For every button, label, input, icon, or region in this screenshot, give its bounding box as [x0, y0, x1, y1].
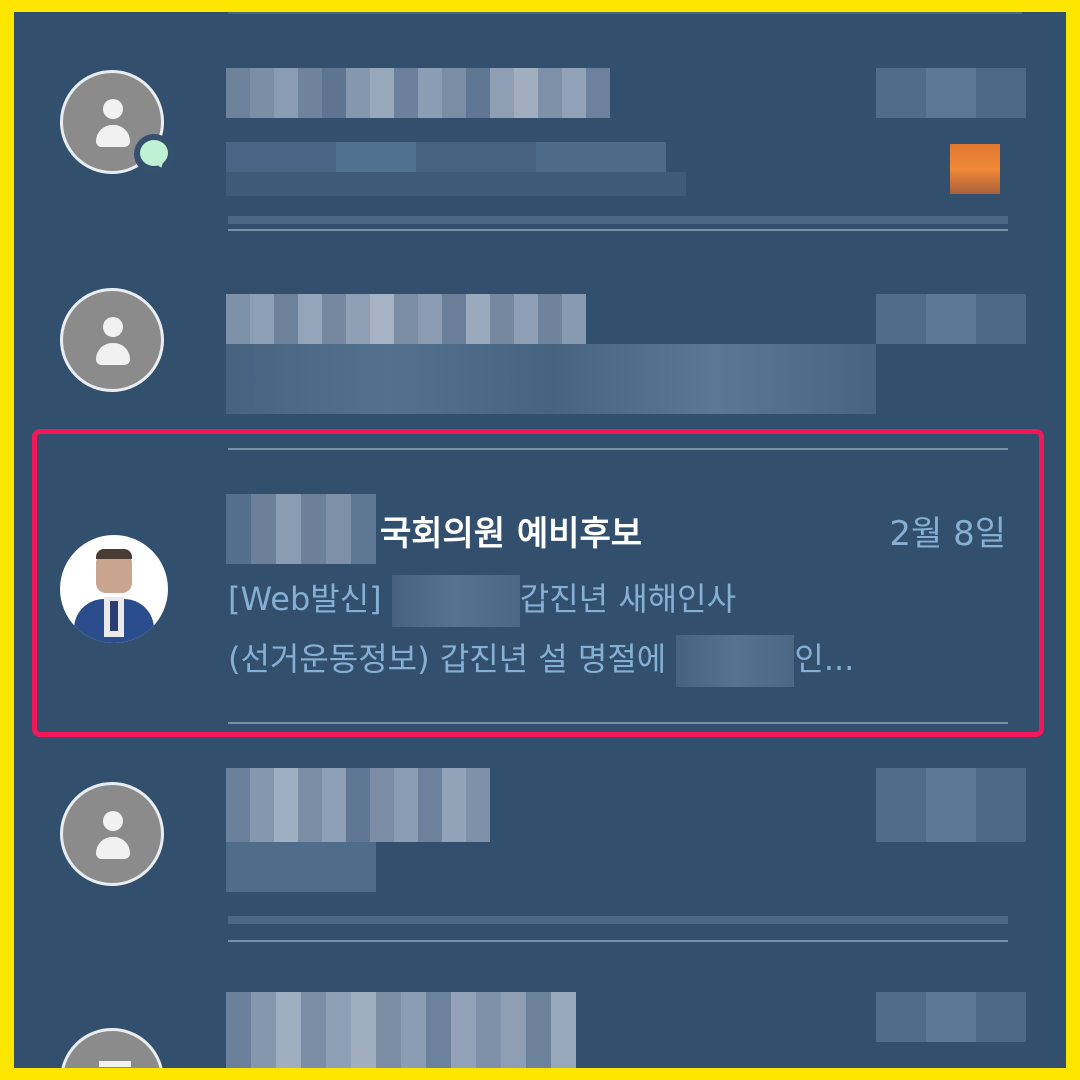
blurred-date [876, 294, 1026, 344]
preview-line-1: [Web발신] 갑진년 새해인사 [228, 574, 736, 627]
blurred-preview [226, 172, 686, 196]
preview-text: (선거운동정보) 갑진년 설 명절에 [228, 640, 677, 678]
conversation-title: 국회의원 예비후보 [380, 514, 643, 554]
blurred-text [676, 635, 795, 687]
preview-line-2: (선거운동정보) 갑진년 설 명절에 인... [228, 634, 854, 687]
person-avatar-icon [60, 288, 164, 392]
blurred-sender [226, 294, 606, 344]
person-avatar-icon [60, 782, 164, 886]
profile-photo-avatar [60, 535, 168, 643]
blurred-name [226, 494, 376, 564]
conversation-date: 2월 8일 [889, 514, 1006, 554]
preview-text: [Web발신] [228, 580, 392, 618]
blurred-text [391, 575, 520, 627]
blurred-sender [226, 992, 576, 1068]
blurred-date [876, 68, 1026, 118]
preview-text: 갑진년 새해인사 [519, 580, 737, 618]
blurred-date [876, 768, 1026, 842]
blurred-preview [226, 344, 876, 414]
blurred-sender [226, 68, 626, 118]
preview-text: 인... [794, 640, 855, 678]
new-indicator [950, 144, 1000, 194]
document-icon [60, 1028, 164, 1068]
blurred-preview [226, 842, 376, 892]
chat-bubble-icon [134, 134, 174, 174]
divider [228, 12, 1022, 14]
message-list: 국회의원 예비후보 2월 8일 [Web발신] 갑진년 새해인사 (선거운동정보… [14, 12, 1066, 1068]
blurred-preview [226, 142, 666, 172]
blurred-sender [226, 768, 506, 842]
blurred-date [876, 992, 1026, 1042]
